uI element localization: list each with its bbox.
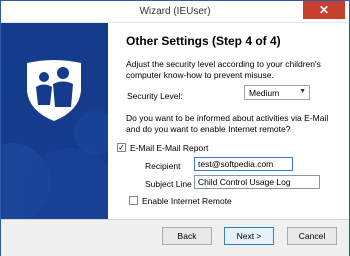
- wizard-content: Other Settings (Step 4 of 4) Adjust the …: [109, 23, 349, 219]
- email-report-checkbox[interactable]: ✓: [117, 143, 126, 152]
- subject-line-label: Subject Line: [145, 179, 192, 189]
- recipient-label: Recipient: [145, 161, 181, 171]
- chevron-down-icon: ▼: [299, 88, 306, 95]
- button-bar: Back Next > Cancel: [1, 219, 349, 256]
- security-level-select[interactable]: Medium ▼: [244, 85, 310, 100]
- recipient-field[interactable]: test@softpedia.com: [194, 157, 293, 171]
- cancel-button[interactable]: Cancel: [287, 227, 337, 245]
- internet-remote-label: Enable Internet Remote: [142, 196, 232, 206]
- sidebar-panel: [1, 23, 108, 219]
- internet-remote-checkbox[interactable]: [129, 196, 138, 205]
- notification-question: Do you want to be informed about activit…: [126, 113, 329, 134]
- next-button[interactable]: Next >: [224, 227, 274, 245]
- close-icon: ✕: [318, 3, 330, 17]
- security-level-label: Security Level:: [127, 91, 183, 101]
- family-shield-icon: [27, 60, 81, 121]
- security-level-value: Medium: [249, 88, 280, 98]
- back-button[interactable]: Back: [162, 227, 212, 245]
- title-bar: Wizard (IEUser) ✕: [1, 1, 349, 23]
- email-report-label: E-Mail E-Mail Report: [130, 143, 209, 153]
- wizard-window: Wizard (IEUser) ✕ Other Settings (Step 4…: [0, 0, 350, 256]
- window-title: Wizard (IEUser): [139, 6, 211, 17]
- close-button[interactable]: ✕: [303, 1, 345, 19]
- subject-line-field[interactable]: Child Control Usage Log: [194, 175, 320, 189]
- subject-line-value: Child Control Usage Log: [198, 177, 291, 187]
- page-description: Adjust the security level according to y…: [126, 59, 321, 80]
- recipient-value: test@softpedia.com: [198, 159, 274, 169]
- page-heading: Other Settings (Step 4 of 4): [126, 34, 281, 48]
- checkmark-icon: ✓: [118, 143, 125, 152]
